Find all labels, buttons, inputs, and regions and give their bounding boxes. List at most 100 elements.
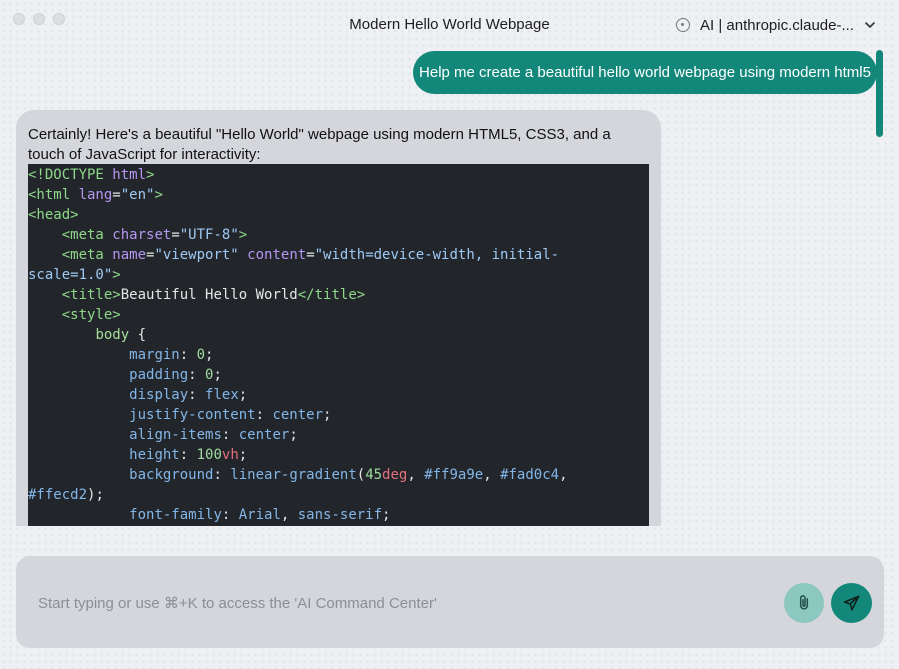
send-button[interactable] xyxy=(831,583,872,623)
model-status-icon xyxy=(676,18,690,32)
code-token: <!DOCTYPE xyxy=(28,167,113,183)
message-composer[interactable]: Start typing or use ⌘+K to access the 'A… xyxy=(16,556,884,648)
code-token: : xyxy=(221,427,239,443)
code-token: ; xyxy=(213,367,222,383)
code-token: display xyxy=(129,387,189,403)
code-token: ; xyxy=(323,407,332,423)
code-token: name xyxy=(112,247,147,263)
code-line: <meta charset="UTF-8"> xyxy=(28,225,568,245)
code-line: height: 100vh; xyxy=(28,445,568,465)
chevron-down-icon xyxy=(865,22,875,28)
code-token: center xyxy=(238,427,290,443)
code-token: font-family xyxy=(129,507,222,523)
code-token: ); xyxy=(87,487,104,503)
code-line: margin: 0; xyxy=(28,345,568,365)
code-lines: <!DOCTYPE html> <html lang="en"> <head> <m… xyxy=(28,165,568,525)
code-token: : xyxy=(179,447,197,463)
code-line: <head> xyxy=(28,205,568,225)
code-token: : xyxy=(179,347,197,363)
code-token: "en" xyxy=(120,187,155,203)
code-token: </title> xyxy=(297,287,366,303)
code-token: : xyxy=(188,387,206,403)
code-line: <meta name="viewport" content="width=dev… xyxy=(28,245,568,265)
model-label: AI | anthropic.claude-... xyxy=(700,16,854,34)
code-line: align-items: center; xyxy=(28,425,568,445)
chat-scrollbar[interactable] xyxy=(876,50,883,137)
code-token: = xyxy=(112,187,121,203)
paperclip-icon xyxy=(799,595,809,610)
code-token: : xyxy=(221,507,239,523)
code-token: vh xyxy=(221,447,239,463)
code-token: center xyxy=(272,407,324,423)
code-token: , xyxy=(280,507,298,523)
code-token: content xyxy=(247,247,307,263)
code-token: <style> xyxy=(61,307,121,323)
code-line: <style> xyxy=(28,305,568,325)
code-token: flex xyxy=(205,387,239,403)
code-token: height xyxy=(129,447,180,463)
code-token: body xyxy=(95,327,130,343)
code-token: #ff9a9e xyxy=(424,467,484,483)
code-token: <title> xyxy=(61,287,121,303)
code-token: align-items xyxy=(129,427,222,443)
code-token: background xyxy=(129,467,214,483)
user-message-bubble: Help me create a beautiful hello world w… xyxy=(413,51,877,94)
code-token: charset xyxy=(112,227,172,243)
code-token: , xyxy=(483,467,501,483)
code-token: ; xyxy=(238,447,248,463)
attach-button[interactable] xyxy=(784,583,824,623)
assistant-intro-text: Certainly! Here's a beautiful "Hello Wor… xyxy=(28,126,611,163)
code-block: <!DOCTYPE html> <html lang="en"> <head> <m… xyxy=(28,164,649,526)
code-token: margin xyxy=(129,347,180,363)
code-line: <!DOCTYPE html> xyxy=(28,165,568,185)
code-line: font-family: Arial, sans-serif; xyxy=(28,505,568,525)
model-selector[interactable]: AI | anthropic.claude-... xyxy=(676,14,876,36)
code-line: display: flex; xyxy=(28,385,568,405)
code-token: > xyxy=(154,187,163,203)
code-token: ( xyxy=(356,467,366,483)
code-token: Beautiful Hello World xyxy=(120,287,298,303)
code-token: <meta xyxy=(61,227,113,243)
code-token: > xyxy=(146,167,155,183)
assistant-message-bubble: Certainly! Here's a beautiful "Hello Wor… xyxy=(16,110,661,526)
code-token: = xyxy=(306,247,315,263)
code-token: sans-serif xyxy=(297,507,383,523)
code-token: <head> xyxy=(28,207,79,223)
code-token: : xyxy=(213,467,231,483)
code-token: linear-gradient xyxy=(230,467,357,483)
user-message-text: Help me create a beautiful hello world w… xyxy=(419,64,871,81)
code-token: > xyxy=(112,267,121,283)
code-token: 0 xyxy=(196,347,206,363)
code-token: justify-content xyxy=(129,407,256,423)
code-token: : xyxy=(255,407,273,423)
code-token: ; xyxy=(205,347,214,363)
code-line: <html lang="en"> xyxy=(28,185,568,205)
code-token: 100 xyxy=(196,447,222,463)
code-token: #fad0c4 xyxy=(500,467,560,483)
code-token: , xyxy=(559,467,568,483)
code-token: deg xyxy=(382,467,408,483)
code-token: padding xyxy=(129,367,189,383)
title-bar: Modern Hello World Webpage AI | anthropi… xyxy=(0,0,899,48)
code-token: ; xyxy=(289,427,298,443)
code-token: scale=1.0" xyxy=(28,267,113,283)
message-input[interactable]: Start typing or use ⌘+K to access the 'A… xyxy=(38,594,437,612)
code-token: <meta xyxy=(61,247,113,263)
code-token: "viewport" xyxy=(154,247,248,263)
code-token: lang xyxy=(78,187,113,203)
code-line: body { xyxy=(28,325,568,345)
code-token: html xyxy=(112,167,147,183)
code-token: Arial xyxy=(238,507,281,523)
code-token: > xyxy=(238,227,248,243)
code-token: , xyxy=(407,467,425,483)
